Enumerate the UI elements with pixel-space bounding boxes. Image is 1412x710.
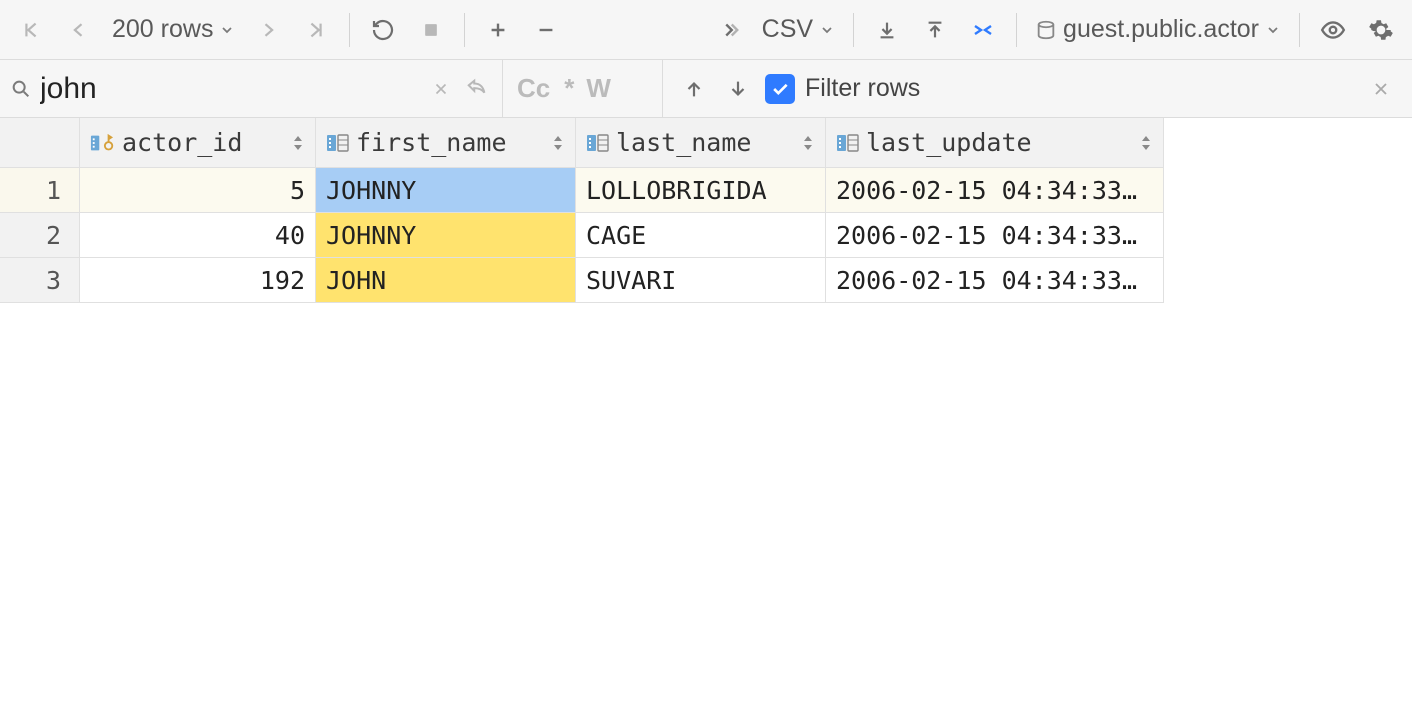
- toolbar-separator: [853, 13, 854, 47]
- sort-icon: [801, 134, 815, 152]
- sort-icon: [1139, 134, 1153, 152]
- stop-button[interactable]: [410, 9, 452, 51]
- chevron-down-icon: [819, 22, 835, 38]
- upload-button[interactable]: [914, 9, 956, 51]
- prev-page-button[interactable]: [58, 9, 100, 51]
- search-icon: [10, 78, 32, 100]
- search-options: Cc * W: [503, 60, 663, 117]
- cell-last-update[interactable]: 2006-02-15 04:34:33…: [826, 168, 1164, 213]
- toolbar-separator: [1016, 13, 1017, 47]
- cell-actor-id[interactable]: 5: [80, 168, 316, 213]
- remove-row-button[interactable]: [525, 9, 567, 51]
- whole-word-toggle[interactable]: W: [586, 73, 611, 104]
- search-input-group: [0, 60, 503, 117]
- data-grid: actor_id first_name last_name: [0, 118, 1412, 303]
- cell-last-update[interactable]: 2006-02-15 04:34:33…: [826, 258, 1164, 303]
- clear-search-button[interactable]: [426, 68, 456, 110]
- column-icon: [586, 132, 610, 154]
- breadcrumb-label: guest.public.actor: [1063, 15, 1259, 44]
- row-count-dropdown[interactable]: 200 rows: [106, 15, 241, 44]
- column-name: last_update: [866, 128, 1032, 157]
- compare-button[interactable]: [962, 9, 1004, 51]
- view-button[interactable]: [1312, 9, 1354, 51]
- row-number[interactable]: 1: [0, 168, 80, 213]
- cell-last-name[interactable]: CAGE: [576, 213, 826, 258]
- export-format-label: CSV: [762, 15, 813, 44]
- column-icon: [836, 132, 860, 154]
- row-number-header[interactable]: [0, 118, 80, 168]
- cell-first-name[interactable]: JOHN: [316, 258, 576, 303]
- cell-last-update[interactable]: 2006-02-15 04:34:33…: [826, 213, 1164, 258]
- cell-first-name[interactable]: JOHNNY: [316, 213, 576, 258]
- filter-controls: Filter rows: [663, 60, 1412, 117]
- toolbar-separator: [349, 13, 350, 47]
- column-header-last-name[interactable]: last_name: [576, 118, 826, 168]
- column-name: actor_id: [122, 128, 242, 157]
- last-page-button[interactable]: [295, 9, 337, 51]
- export-format-dropdown[interactable]: CSV: [756, 15, 841, 44]
- cell-first-name[interactable]: JOHNNY: [316, 168, 576, 213]
- next-match-button[interactable]: [721, 68, 755, 110]
- column-header-first-name[interactable]: first_name: [316, 118, 576, 168]
- database-icon: [1035, 19, 1057, 41]
- toolbar-separator: [464, 13, 465, 47]
- cell-actor-id[interactable]: 40: [80, 213, 316, 258]
- sort-icon: [291, 134, 305, 152]
- more-actions-button[interactable]: [708, 9, 750, 51]
- search-bar: Cc * W Filter rows: [0, 60, 1412, 118]
- main-toolbar: 200 rows CSV: [0, 0, 1412, 60]
- key-column-icon: [90, 132, 116, 154]
- column-name: last_name: [616, 128, 751, 157]
- prev-match-button[interactable]: [677, 68, 711, 110]
- reload-button[interactable]: [362, 9, 404, 51]
- cell-last-name[interactable]: LOLLOBRIGIDA: [576, 168, 826, 213]
- regex-toggle[interactable]: *: [564, 73, 572, 104]
- column-header-actor-id[interactable]: actor_id: [80, 118, 316, 168]
- row-count-label: 200 rows: [112, 15, 213, 44]
- next-page-button[interactable]: [247, 9, 289, 51]
- row-number[interactable]: 2: [0, 213, 80, 258]
- cell-actor-id[interactable]: 192: [80, 258, 316, 303]
- breadcrumb-dropdown[interactable]: guest.public.actor: [1029, 15, 1287, 44]
- search-input[interactable]: [40, 60, 426, 117]
- chevron-down-icon: [1265, 22, 1281, 38]
- settings-button[interactable]: [1360, 9, 1402, 51]
- sort-icon: [551, 134, 565, 152]
- filter-rows-label: Filter rows: [805, 74, 920, 103]
- match-case-toggle[interactable]: Cc: [517, 73, 550, 104]
- column-icon: [326, 132, 350, 154]
- filter-rows-checkbox[interactable]: [765, 74, 795, 104]
- search-history-button[interactable]: [460, 68, 494, 110]
- column-header-last-update[interactable]: last_update: [826, 118, 1164, 168]
- download-button[interactable]: [866, 9, 908, 51]
- add-row-button[interactable]: [477, 9, 519, 51]
- close-search-button[interactable]: [1364, 68, 1398, 110]
- row-number[interactable]: 3: [0, 258, 80, 303]
- column-name: first_name: [356, 128, 507, 157]
- toolbar-separator: [1299, 13, 1300, 47]
- chevron-down-icon: [219, 22, 235, 38]
- first-page-button[interactable]: [10, 9, 52, 51]
- cell-last-name[interactable]: SUVARI: [576, 258, 826, 303]
